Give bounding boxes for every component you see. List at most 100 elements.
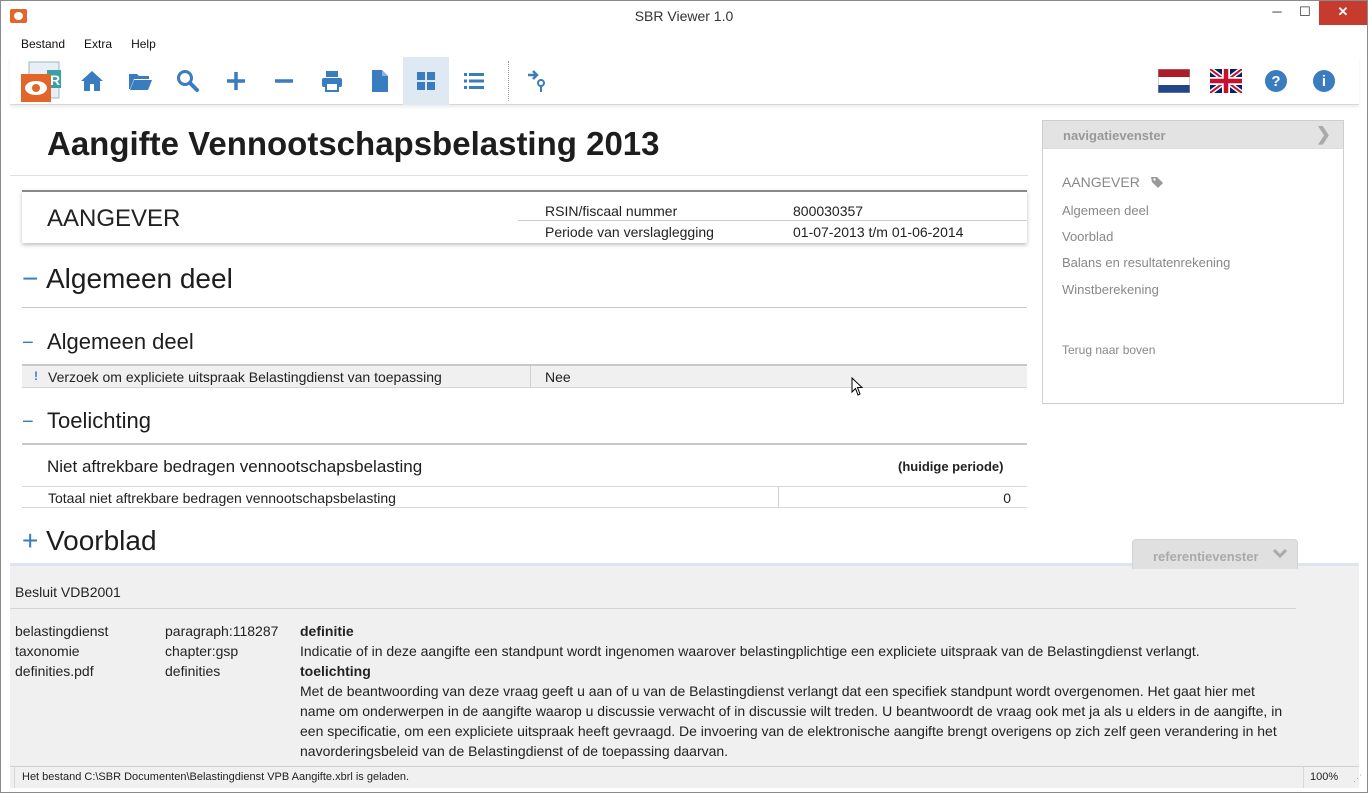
nav-item-winstberekening[interactable]: Winstberekening: [1062, 282, 1159, 297]
reference-pane-tab[interactable]: referentievenster: [1132, 539, 1298, 569]
chevron-down-icon: [1272, 546, 1288, 563]
subsection-toelichting: − Toelichting: [22, 408, 151, 434]
section-title: Voorblad: [46, 525, 157, 556]
tag-icon: [1150, 177, 1163, 188]
language-nl-button[interactable]: [1151, 57, 1197, 105]
cell-divider: [778, 487, 779, 508]
chevron-right-icon[interactable]: ❯: [1316, 124, 1331, 145]
maximize-button[interactable]: ☐: [1291, 1, 1319, 25]
reference-divider: [10, 608, 1296, 609]
periode-row: Periode van verslaglegging 01-07-2013 t/…: [518, 221, 1027, 242]
reference-pane-title: referentievenster: [1153, 549, 1259, 564]
total-row[interactable]: Totaal niet aftrekbare bedragen vennoots…: [22, 486, 1027, 508]
toolbar: R ? i: [10, 57, 1359, 105]
mouse-cursor-icon: [851, 377, 864, 396]
open-button[interactable]: [117, 57, 163, 105]
title-bar: SBR Viewer 1.0 ─ ☐ ✕: [1, 1, 1367, 32]
list-view-button[interactable]: [451, 57, 497, 105]
zoom-out-icon: [275, 79, 293, 83]
close-button[interactable]: ✕: [1319, 1, 1367, 25]
home-icon: [81, 71, 103, 91]
subsection-divider: [22, 443, 1027, 445]
page-title: Aangifte Vennootschapsbelasting 2013: [47, 125, 660, 162]
search-icon: [177, 70, 199, 92]
resize-grip-icon[interactable]: ⋰: [1353, 773, 1362, 784]
print-icon: [322, 71, 342, 92]
explanation-heading: toelichting: [300, 663, 371, 679]
rsin-row: RSIN/fiscaal nummer 800030357: [518, 200, 1027, 221]
menu-extra[interactable]: Extra: [73, 35, 120, 55]
collapse-toggle[interactable]: −: [22, 411, 47, 434]
navigate-button[interactable]: [515, 57, 561, 105]
collapse-toggle[interactable]: −: [22, 263, 46, 295]
navigation-pane-header: navigatievenster ❯: [1043, 121, 1343, 148]
reference-cell: chapter:gsp: [165, 643, 239, 659]
home-button[interactable]: [69, 57, 115, 105]
subsection-title: Toelichting: [47, 408, 151, 433]
back-to-top-link[interactable]: Terug naar boven: [1062, 343, 1155, 357]
rsin-value: 800030357: [793, 203, 864, 219]
collapse-toggle[interactable]: −: [22, 332, 47, 355]
zoom-level: 100%: [1310, 771, 1339, 783]
nav-item-balans[interactable]: Balans en resultatenrekening: [1062, 255, 1230, 270]
reference-column-2: paragraph:118287 chapter:gsp definities: [165, 621, 278, 681]
dutch-flag-icon: [1158, 69, 1190, 93]
periode-label: Periode van verslaglegging: [545, 224, 714, 240]
nav-item-aangever[interactable]: AANGEVER: [1062, 174, 1164, 190]
reference-cell: definities: [165, 663, 221, 679]
help-icon: ?: [1265, 70, 1287, 92]
navigate-icon: [528, 70, 545, 92]
status-message: Het bestand C:\SBR Documenten\Belastingd…: [14, 767, 1304, 788]
app-window: SBR Viewer 1.0 ─ ☐ ✕ Bestand Extra Help …: [0, 0, 1368, 793]
title-divider: [10, 175, 1028, 176]
zoom-in-button[interactable]: [213, 57, 259, 105]
help-button[interactable]: ?: [1253, 57, 1299, 105]
document-button[interactable]: [357, 57, 403, 105]
zoom-out-button[interactable]: [261, 57, 307, 105]
section-divider: [22, 307, 1027, 308]
uk-flag-icon: [1210, 69, 1242, 93]
expand-toggle[interactable]: +: [22, 525, 46, 557]
nab-title: Niet aftrekbare bedragen vennootschapsbe…: [47, 457, 423, 476]
cell-divider: [530, 366, 531, 388]
document-icon: [372, 70, 388, 92]
nav-item-label: AANGEVER: [1062, 174, 1140, 190]
section-algemeen-deel: − Algemeen deel: [22, 263, 233, 295]
question-row[interactable]: ! Verzoek om expliciete uitspraak Belast…: [22, 366, 1027, 388]
subsection-algemeen-deel: − Algemeen deel: [22, 329, 194, 355]
nav-item-algemeen-deel[interactable]: Algemeen deel: [1062, 203, 1149, 218]
info-button[interactable]: i: [1301, 57, 1347, 105]
svg-text:?: ?: [1271, 73, 1280, 90]
aangever-label: AANGEVER: [47, 205, 181, 232]
print-button[interactable]: [309, 57, 355, 105]
grid-view-button[interactable]: [403, 57, 449, 105]
sbr-logo-icon: R: [21, 60, 63, 102]
document-view: Aangifte Vennootschapsbelasting 2013 AAN…: [10, 107, 1032, 562]
explanation-text: Met de beantwoording van deze vraag geef…: [300, 683, 1283, 759]
question-text: Verzoek om expliciete uitspraak Belastin…: [48, 369, 442, 385]
minimize-button[interactable]: ─: [1263, 1, 1291, 25]
reference-column-1: belastingdienst taxonomie definities.pdf: [15, 621, 108, 681]
total-value: 0: [1003, 490, 1011, 506]
info-icon: i: [1313, 70, 1335, 92]
rsin-label: RSIN/fiscaal nummer: [545, 203, 678, 219]
window-title: SBR Viewer 1.0: [634, 8, 734, 24]
grid-view-icon: [417, 72, 435, 90]
open-folder-icon: [129, 74, 152, 90]
reference-cell: paragraph:118287: [165, 623, 279, 639]
search-button[interactable]: [165, 57, 211, 105]
reference-cell: taxonomie: [15, 643, 80, 659]
reference-source: Besluit VDB2001: [15, 584, 121, 600]
reference-body: definitie Indicatie of in deze aangifte …: [300, 621, 1290, 761]
navigation-pane-divider: [1043, 148, 1343, 149]
info-marker-icon: !: [34, 369, 38, 383]
svg-text:R: R: [50, 72, 60, 88]
question-answer: Nee: [545, 369, 571, 385]
section-title: Algemeen deel: [46, 263, 233, 294]
language-en-button[interactable]: [1203, 57, 1249, 105]
definition-text: Indicatie of in deze aangifte een standp…: [300, 643, 1200, 659]
menu-help[interactable]: Help: [120, 35, 164, 55]
status-bar: Het bestand C:\SBR Documenten\Belastingd…: [10, 766, 1362, 788]
menu-bestand[interactable]: Bestand: [10, 35, 73, 55]
nav-item-voorblad[interactable]: Voorblad: [1062, 229, 1113, 244]
